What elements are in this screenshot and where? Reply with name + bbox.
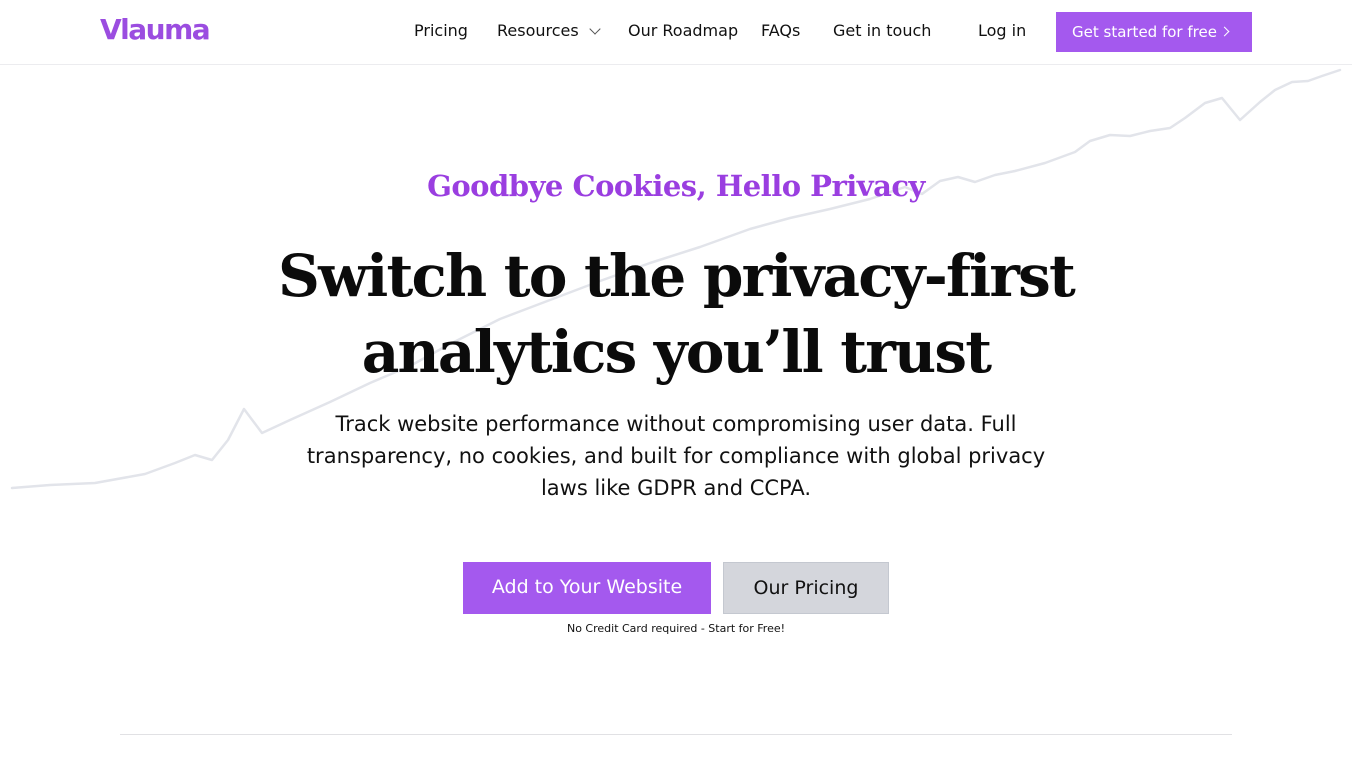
- login-link[interactable]: Log in: [978, 20, 1026, 42]
- nav-roadmap-link[interactable]: Our Roadmap: [628, 20, 738, 42]
- get-started-button[interactable]: Get started for free: [1056, 12, 1252, 52]
- nav-resources-dropdown[interactable]: Resources: [497, 20, 601, 42]
- no-credit-card-note: No Credit Card required - Start for Free…: [566, 622, 786, 635]
- nav-contact-link[interactable]: Get in touch: [833, 20, 931, 42]
- hero-headline-line-2: analytics you’ll trust: [361, 318, 992, 386]
- nav-pricing-link[interactable]: Pricing: [414, 20, 468, 42]
- hero-headline-line-1: Switch to the privacy-first: [278, 242, 1076, 310]
- top-navigation-bar: Vlauma Pricing Resources Our Roadmap FAQ…: [0, 0, 1352, 65]
- nav-resources-label: Resources: [497, 21, 579, 40]
- hero-subtitle: Track website performance without compro…: [306, 412, 1046, 500]
- hero-headline: Switch to the privacy-first analytics yo…: [276, 238, 1076, 390]
- hero-eyebrow: Goodbye Cookies, Hello Privacy: [427, 169, 925, 203]
- chevron-down-icon: [589, 23, 601, 35]
- get-started-label: Get started for free: [1072, 23, 1217, 41]
- vlauma-logo[interactable]: Vlauma: [100, 12, 211, 48]
- our-pricing-button[interactable]: Our Pricing: [723, 562, 889, 614]
- nav-faqs-link[interactable]: FAQs: [761, 20, 800, 42]
- add-to-website-button[interactable]: Add to Your Website: [463, 562, 711, 614]
- chevron-right-icon: [1219, 26, 1230, 37]
